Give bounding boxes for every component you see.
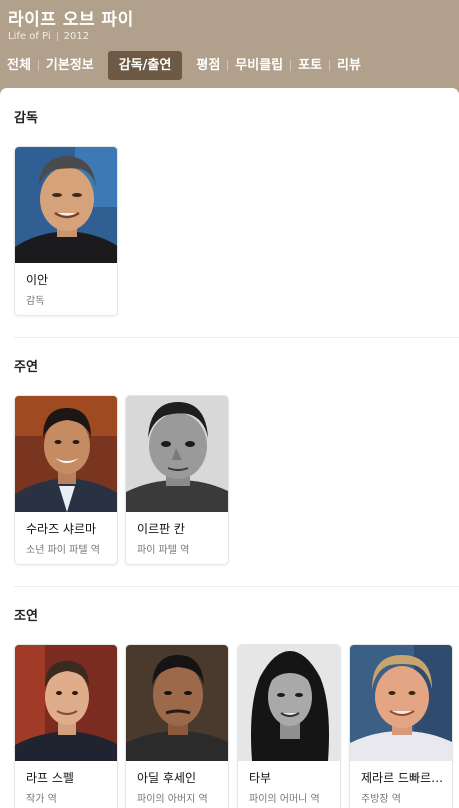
person-role: 주방장 역 (361, 794, 401, 805)
person-name: 이안 (26, 273, 49, 287)
person-card-lead[interactable]: 수라즈 샤르마 소년 파이 파텔 역 (14, 395, 118, 565)
person-card-supporting[interactable]: 아딜 후세인 파이의 아버지 역 (125, 644, 229, 808)
person-photo (126, 645, 228, 761)
section-divider (14, 337, 459, 338)
person-photo (15, 645, 117, 761)
person-name: 이르판 칸 (137, 522, 185, 536)
release-year: 2012 (63, 31, 90, 42)
person-name: 제라르 드빠르디유 (361, 771, 447, 785)
section-title-supporting: 조연 (14, 609, 38, 624)
original-title: Life of Pi (8, 31, 51, 42)
person-role: 감독 (26, 296, 45, 307)
person-card-lead[interactable]: 이르판 칸 파이 파텔 역 (125, 395, 229, 565)
tab-all[interactable]: 전체 (0, 51, 38, 80)
subtitle-divider (56, 32, 58, 41)
person-photo (126, 396, 228, 512)
person-photo (350, 645, 452, 761)
person-role: 파이의 아버지 역 (137, 794, 208, 805)
cast-crew-panel: 감독 이안 감독 주연 수라즈 샤르마 소년 파이 파텔 역 이르판 칸 파이 … (0, 88, 459, 808)
section-divider (14, 586, 459, 587)
person-role: 파이 파텔 역 (137, 545, 190, 556)
person-name: 아딜 후세인 (137, 771, 197, 785)
tab-reviews[interactable]: 리뷰 (330, 51, 368, 80)
person-card-supporting[interactable]: 라프 스펠 작가 역 (14, 644, 118, 808)
person-card-director[interactable]: 이안 감독 (14, 146, 118, 316)
movie-header: 라이프 오브 파이 Life of Pi 2012 전체 기본정보 감독/출연 … (0, 0, 459, 88)
movie-subtitle: Life of Pi 2012 (8, 31, 89, 42)
tab-photos[interactable]: 포토 (291, 51, 329, 80)
person-name: 수라즈 샤르마 (26, 522, 97, 536)
movie-title: 라이프 오브 파이 (8, 10, 134, 30)
person-photo (15, 396, 117, 512)
person-role: 소년 파이 파텔 역 (26, 545, 100, 556)
tab-cast-crew[interactable]: 감독/출연 (107, 51, 183, 80)
person-name: 타부 (249, 771, 272, 785)
person-photo (238, 645, 340, 761)
person-card-supporting[interactable]: 제라르 드빠르디유 주방장 역 (349, 644, 453, 808)
person-role: 파이의 어머니 역 (249, 794, 320, 805)
section-title-director: 감독 (14, 111, 38, 126)
tab-basic-info[interactable]: 기본정보 (39, 51, 101, 80)
tab-ratings[interactable]: 평점 (189, 51, 227, 80)
tab-movie-clips[interactable]: 무비클립 (228, 51, 290, 80)
person-name: 라프 스펠 (26, 771, 74, 785)
person-photo (15, 147, 117, 263)
tab-bar: 전체 기본정보 감독/출연 평점 무비클립 포토 리뷰 (0, 51, 368, 80)
person-card-supporting[interactable]: 타부 파이의 어머니 역 (237, 644, 341, 808)
section-title-lead: 주연 (14, 360, 38, 375)
person-role: 작가 역 (26, 794, 57, 805)
